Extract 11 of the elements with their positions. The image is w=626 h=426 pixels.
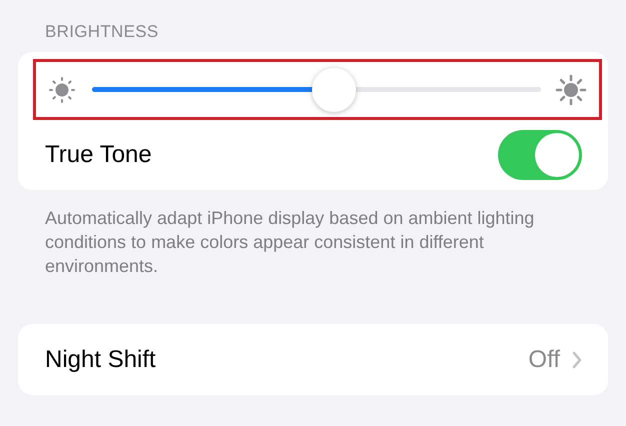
- slider-thumb[interactable]: [312, 68, 356, 112]
- sun-icon: [555, 74, 587, 106]
- section-header: BRIGHTNESS: [45, 22, 160, 42]
- night-shift-row[interactable]: Night Shift Off: [18, 324, 608, 395]
- chevron-icon: [572, 350, 582, 368]
- description-text: Automatically adapt iPhone display based on ambient lighting conditions to make colors appear consistent in different environments.: [45, 207, 536, 278]
- setting-value: Off: [528, 346, 560, 374]
- toggle-switch[interactable]: [498, 130, 582, 180]
- setting-label: True Tone: [45, 141, 152, 169]
- setting-label: Night Shift: [45, 346, 156, 374]
- brightness-slider[interactable]: [92, 68, 541, 112]
